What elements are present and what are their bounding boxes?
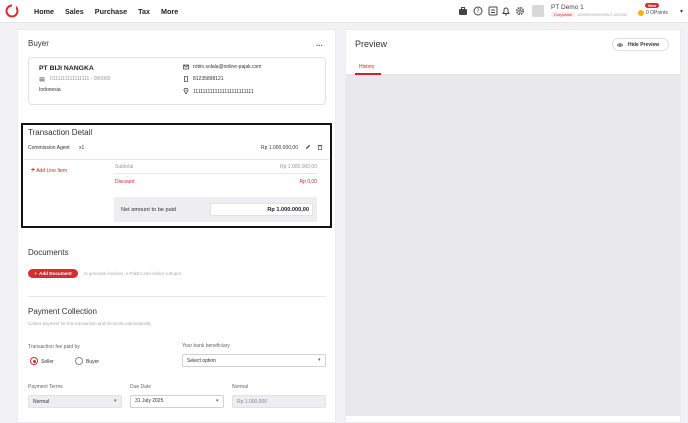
chevron-down-icon: ▾ (318, 357, 321, 363)
gear-icon[interactable] (515, 6, 525, 16)
briefcase-icon[interactable] (458, 6, 468, 16)
discount-label[interactable]: Discount (115, 179, 134, 185)
bell-icon[interactable] (501, 6, 511, 16)
chevron-down-icon: ▾ (216, 398, 219, 404)
edit-icon[interactable] (305, 144, 311, 150)
line-item-qty: x1 (79, 145, 85, 151)
plus-icon: + (34, 271, 37, 276)
buyer-radio-label[interactable]: Buyer (86, 359, 99, 365)
buyer-radio[interactable] (75, 357, 83, 365)
building-icon (39, 77, 45, 82)
buyer-email: robin.solala@online-pajak.com (193, 64, 262, 70)
buyer-address: 1111111111111111111111111 (193, 89, 254, 95)
terms-select-value: Normal (33, 399, 50, 405)
eye-off-icon (617, 43, 623, 47)
normal-label: Normal (232, 384, 249, 390)
company-id: 1899090909090921-000000 (577, 12, 628, 17)
trash-icon[interactable] (317, 144, 323, 150)
company-type-badge: Corporate (551, 12, 575, 17)
line-item-name[interactable]: Commission Agent (28, 145, 70, 151)
add-line-item-label: Add Line Item (36, 168, 68, 174)
subtotal-value: Rp 1.000.000,00 (280, 164, 317, 170)
seller-radio[interactable] (30, 357, 38, 365)
divider (114, 173, 317, 174)
help-icon[interactable]: ? (473, 6, 483, 16)
main-nav: Home Sales Purchase Tax More (34, 7, 178, 16)
subtotal-label: Subtotal (115, 164, 134, 170)
normal-amount-value: Rp 1.000.000 (237, 399, 268, 405)
buyer-name: PT BIJI NANGKA (39, 65, 94, 72)
chevron-down-icon: ▾ (114, 398, 117, 404)
add-document-button[interactable]: + Add Document (28, 269, 78, 278)
fee-label: Transaction fee paid by (28, 344, 80, 350)
documents-hint: to generate invoices, e-Faktur and colle… (84, 271, 181, 276)
buyer-country: Indonesia (39, 87, 61, 93)
net-amount-value: Rp 1.000.000,00 (267, 207, 309, 213)
nav-sales[interactable]: Sales (65, 7, 84, 16)
nav-home[interactable]: Home (34, 7, 54, 16)
bank-label: Your bank beneficiary (182, 343, 230, 349)
coin-icon (638, 10, 644, 16)
company-avatar[interactable] (532, 5, 544, 17)
transaction-title: Transaction Detail (28, 128, 93, 137)
discount-value: Rp 0,00 (299, 179, 317, 185)
more-options-icon[interactable]: ... (316, 39, 323, 48)
buyer-phone: 81235898121 (193, 76, 224, 82)
location-pin-icon (183, 88, 189, 94)
phone-icon (184, 76, 188, 82)
svg-text:?: ? (476, 8, 479, 15)
line-item-amount: Rp 1.000.000,00 (261, 145, 298, 151)
buyer-npwp: 0111111111111111 - 000000 (50, 76, 111, 82)
chevron-down-icon[interactable]: ▾ (680, 8, 683, 15)
company-name[interactable]: PT Demo 1 (551, 4, 584, 11)
net-amount-label: Net amount to be paid (121, 207, 177, 213)
nav-more[interactable]: More (161, 7, 178, 16)
new-badge: New (645, 3, 660, 8)
tab-history[interactable]: History (359, 64, 375, 70)
nav-tax[interactable]: Tax (138, 7, 150, 16)
terms-label: Payment Terms (28, 384, 63, 390)
mail-icon (183, 64, 189, 70)
nav-purchase[interactable]: Purchase (95, 7, 127, 16)
points-label[interactable]: 0 OPoints (646, 10, 668, 16)
preview-title: Preview (355, 39, 388, 49)
divider (24, 159, 329, 160)
preview-area (346, 75, 680, 416)
due-date-label: Due Date (130, 384, 152, 390)
due-date-value: 31 July 2025 (135, 398, 164, 404)
company-logo-icon[interactable] (5, 4, 19, 18)
add-line-item-button[interactable]: + Add Line Item (31, 167, 67, 174)
documents-title: Documents (28, 248, 69, 257)
buyer-title: Buyer (28, 39, 49, 48)
seller-radio-label[interactable]: Seller (41, 359, 54, 365)
plus-icon: + (31, 167, 36, 174)
hide-preview-label: Hide Preview (628, 42, 660, 48)
add-document-label: Add Document (39, 271, 72, 276)
calculator-icon[interactable] (488, 6, 498, 16)
divider (28, 296, 326, 297)
payment-title: Payment Collection (28, 307, 97, 316)
bank-select-value: Select option (187, 358, 216, 364)
payment-subtitle: Collect payment for this transaction and… (28, 321, 151, 326)
